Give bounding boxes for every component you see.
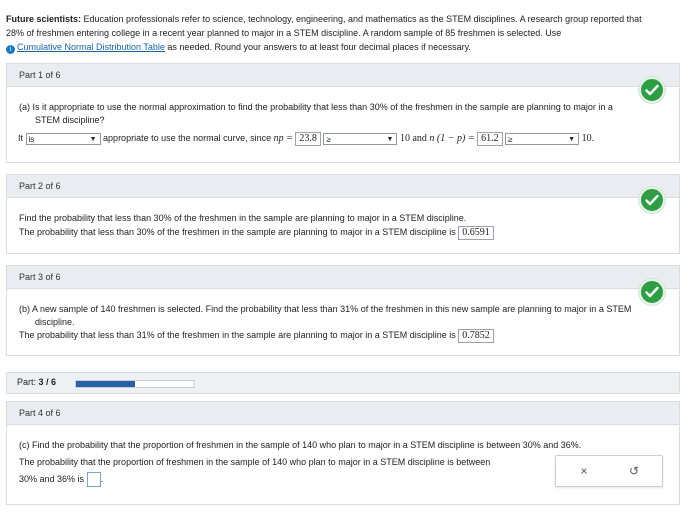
part-4-statement: 30% and 36% is (19, 473, 85, 484)
part-2-header: Part 2 of 6 (7, 175, 679, 198)
chevron-down-icon: ▼ (568, 135, 576, 143)
part-4-line2: The probability that the proportion of f… (19, 457, 491, 467)
np-label: np = (273, 133, 293, 144)
part-2-line2: The probability that less than 30% of th… (19, 226, 494, 240)
clear-button[interactable]: × (574, 462, 594, 480)
part-3-line1: (b) A new sample of 140 freshmen is sele… (19, 304, 632, 314)
check-icon (639, 77, 665, 103)
part-1-question-line1: (a) Is it appropriate to use the normal … (19, 102, 613, 112)
part-3-statement: The probability that less than 31% of th… (19, 330, 456, 340)
progress-fill (76, 381, 135, 387)
part-4-header: Part 4 of 6 (7, 402, 679, 425)
intro-title: Future scientists: (6, 14, 82, 24)
part-1-panel: Part 1 of 6 (a) Is it appropriate to use… (6, 63, 680, 163)
ten-and-text: 10 and (399, 133, 427, 144)
intro-line2: 28% of freshmen entering college in a re… (6, 28, 562, 38)
part-3-line2: The probability that less than 31% of th… (19, 329, 494, 343)
part-2-panel: Part 2 of 6 Find the probability that le… (6, 174, 680, 254)
chevron-down-icon: ▼ (89, 135, 97, 143)
part-4-line3: 30% and 36% is . (19, 472, 103, 487)
part-4-line1: (c) Find the probability that the propor… (19, 440, 582, 450)
chevron-down-icon: ▼ (386, 135, 394, 143)
progress-label: Part: 3 / 6 (17, 377, 56, 387)
ten-end-text: 10. (581, 133, 595, 144)
progress-bar: Part: 3 / 6 (6, 372, 680, 394)
progress-value: 3 / 6 (38, 377, 57, 387)
nq-compare-select[interactable]: ≥ ▼ (505, 132, 580, 145)
answer-tools: × ↺ (555, 455, 663, 487)
nq-compare-value: ≥ (508, 134, 513, 144)
it-label: It (18, 133, 24, 143)
part-1-question-line2: STEM discipline? (35, 115, 105, 125)
is-select-value: is (28, 134, 35, 144)
part-4-answer-input[interactable] (86, 472, 101, 487)
part-1-header: Part 1 of 6 (7, 64, 679, 87)
nq-label: n (1 − p) = (429, 133, 475, 144)
part-1-question: (a) Is it appropriate to use the normal … (19, 101, 613, 127)
intro-line3: as needed. Round your answers to at leas… (167, 42, 471, 52)
np-compare-select[interactable]: ≥ ▼ (323, 132, 398, 145)
progress-label-text: Part: (17, 377, 37, 387)
part-3-question: (b) A new sample of 140 freshmen is sele… (19, 303, 631, 329)
part-3-line1b: discipline. (35, 317, 75, 327)
nq-value-box[interactable]: 61.2 (477, 132, 503, 146)
is-select[interactable]: is ▼ (25, 132, 101, 145)
problem-intro: Future scientists: Education professiona… (6, 12, 690, 54)
undo-button[interactable]: ↺ (624, 462, 644, 480)
part-2-statement: The probability that less than 30% of th… (19, 227, 456, 237)
info-icon: i (6, 45, 15, 54)
part-3-answer-box[interactable]: 0.7852 (458, 329, 494, 343)
part-4-panel: Part 4 of 6 (c) Find the probability tha… (6, 401, 680, 505)
mid-text: appropriate to use the normal curve, sin… (103, 133, 272, 143)
part-3-panel: Part 3 of 6 (b) A new sample of 140 fres… (6, 265, 680, 356)
check-icon (639, 187, 665, 213)
np-compare-value: ≥ (326, 134, 331, 144)
np-value-box[interactable]: 23.8 (295, 132, 321, 146)
part-1-answer-row: It is ▼ appropriate to use the normal cur… (18, 132, 594, 146)
part-2-answer-box[interactable]: 0.6591 (458, 226, 494, 240)
part-3-header: Part 3 of 6 (7, 266, 679, 289)
intro-body: Education professionals refer to science… (83, 14, 642, 24)
normal-table-link[interactable]: Cumulative Normal Distribution Table (17, 42, 165, 52)
check-icon (639, 279, 665, 305)
progress-track (75, 380, 195, 388)
part-2-line1: Find the probability that less than 30% … (19, 213, 467, 223)
